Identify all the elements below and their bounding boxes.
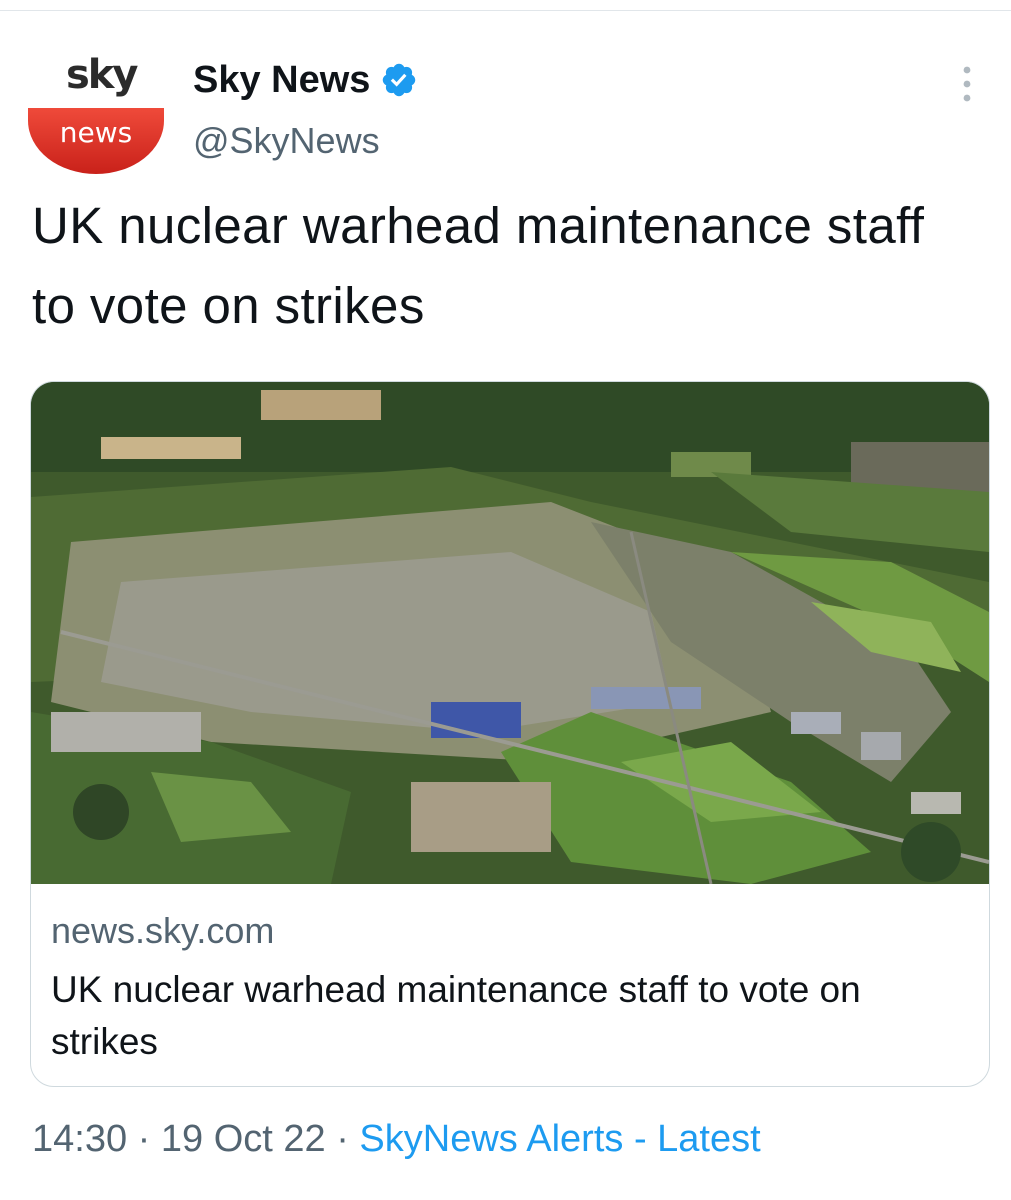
tweet-text: UK nuclear warhead maintenance staff to … bbox=[32, 197, 925, 334]
card-title: UK nuclear warhead maintenance staff to … bbox=[51, 969, 861, 1062]
verified-badge-icon bbox=[383, 63, 416, 97]
link-card[interactable]: news.sky.com UK nuclear warhead maintena… bbox=[30, 381, 990, 1087]
meta-separator: · bbox=[137, 1118, 151, 1160]
avatar-logo-sky: sky bbox=[66, 52, 138, 98]
avatar-logo-badge: news bbox=[28, 108, 164, 174]
avatar-logo-news: news bbox=[59, 116, 133, 149]
display-name[interactable]: Sky News bbox=[193, 59, 370, 102]
handle[interactable]: @SkyNews bbox=[193, 120, 380, 162]
tweet-meta: 14:30 · 19 Oct 22 · SkyNews Alerts - Lat… bbox=[32, 1118, 761, 1161]
card-domain: news.sky.com bbox=[51, 910, 275, 951]
name-row: Sky News bbox=[193, 58, 418, 102]
tweet-source-link[interactable]: SkyNews Alerts - Latest bbox=[359, 1118, 760, 1160]
avatar[interactable]: sky news bbox=[28, 52, 168, 182]
tweet-time[interactable]: 14:30 bbox=[32, 1118, 127, 1160]
tweet-date[interactable]: 19 Oct 22 bbox=[161, 1118, 326, 1160]
tweet[interactable]: sky news Sky News @SkyNews UK nuclear wa… bbox=[0, 0, 1011, 1200]
more-options-icon[interactable] bbox=[950, 64, 984, 104]
meta-separator: · bbox=[336, 1118, 349, 1160]
card-image[interactable] bbox=[31, 382, 989, 884]
